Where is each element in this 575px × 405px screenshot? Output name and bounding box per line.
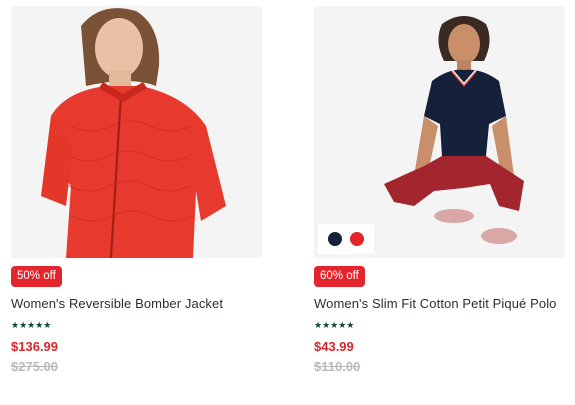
color-swatch-navy[interactable] [328, 232, 342, 246]
sale-price: $43.99 [314, 339, 354, 354]
sale-price: $136.99 [11, 339, 58, 354]
product-name[interactable]: Women's Reversible Bomber Jacket [11, 293, 262, 314]
product-image[interactable] [11, 6, 262, 258]
color-swatch-red[interactable] [350, 232, 364, 246]
discount-badge: 50% off [11, 266, 62, 287]
product-photo-polo [314, 6, 565, 258]
discount-badge: 60% off [314, 266, 365, 287]
rating-stars: ★★★★★ [11, 320, 52, 330]
original-price: $110.00 [314, 359, 361, 374]
product-photo-jacket [11, 6, 262, 258]
original-price: $275.00 [11, 359, 58, 374]
product-image[interactable] [314, 6, 565, 258]
product-card[interactable]: 60% off Women's Slim Fit Cotton Petit Pi… [314, 6, 565, 375]
product-name[interactable]: Women's Slim Fit Cotton Petit Piqué Polo [314, 293, 565, 314]
product-card[interactable]: 50% off Women's Reversible Bomber Jacket… [11, 6, 262, 375]
color-swatches[interactable] [318, 224, 374, 254]
rating-stars: ★★★★★ [314, 320, 355, 330]
